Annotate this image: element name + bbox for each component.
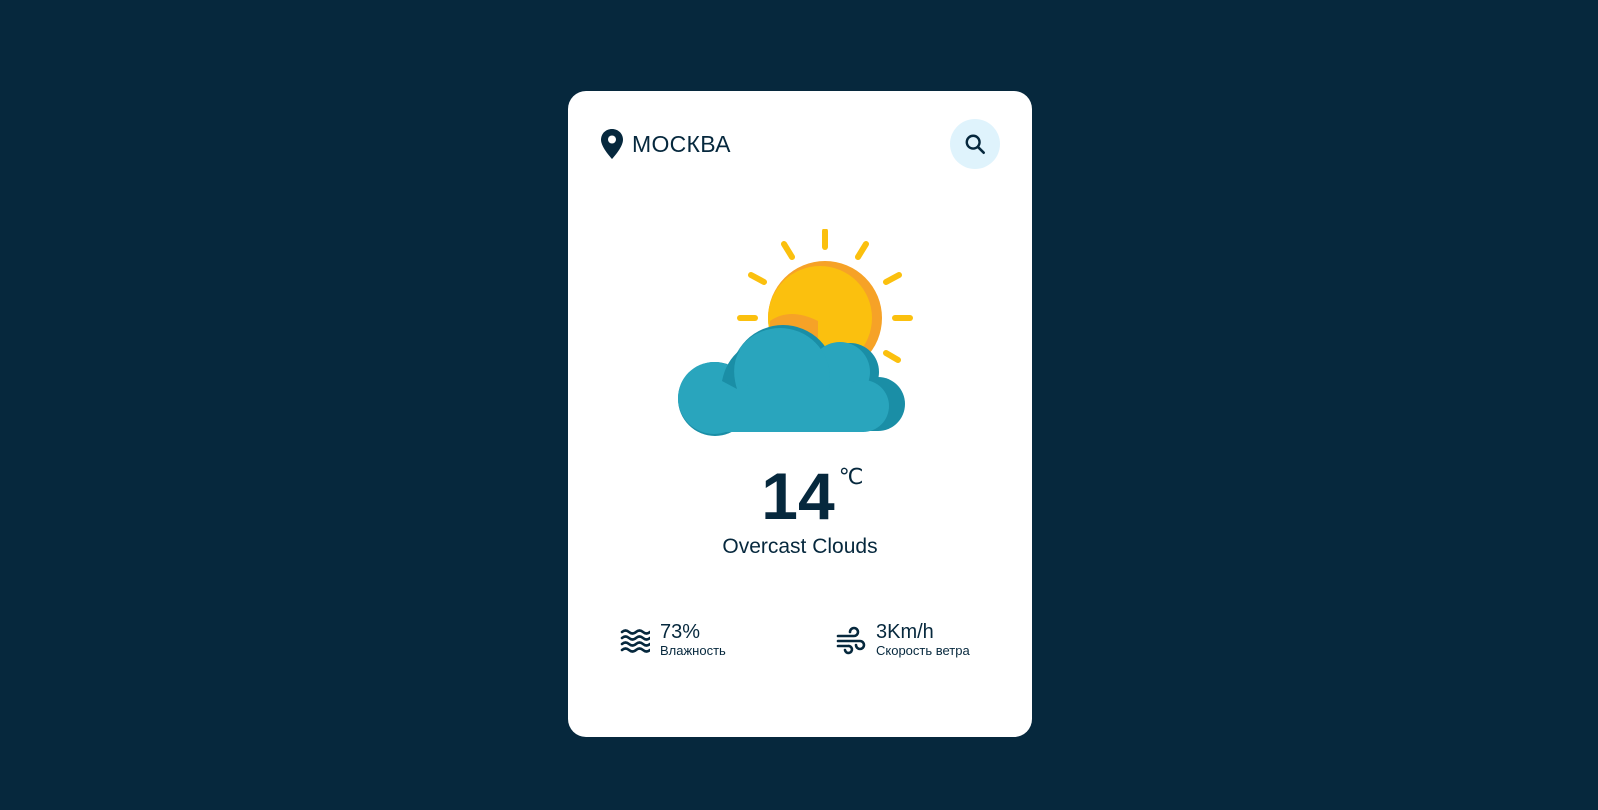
search-icon — [965, 134, 985, 154]
humidity-label: Влажность — [660, 643, 726, 658]
map-pin-icon — [601, 129, 623, 159]
search-button[interactable] — [950, 119, 1000, 169]
wind-label: Скорость ветра — [876, 643, 970, 658]
weather-card: МОСКВА 14 ℃ Overcast Clouds 73% Влажност… — [568, 91, 1032, 737]
wind-stat: 3Km/h Скорость ветра — [836, 621, 970, 658]
humidity-value: 73% — [660, 621, 701, 643]
weather-description: Overcast Clouds — [722, 535, 878, 558]
partly-cloudy-icon — [678, 229, 913, 436]
wind-value: 3Km/h — [876, 621, 934, 643]
temperature-value: 14 — [761, 459, 835, 533]
waves-icon — [620, 628, 650, 653]
humidity-stat: 73% Влажность — [620, 621, 726, 658]
city-name: МОСКВА — [632, 130, 731, 157]
location: МОСКВА — [600, 129, 731, 159]
wind-icon — [836, 626, 866, 654]
temperature-unit: ℃ — [838, 464, 864, 489]
temperature: 14 ℃ — [761, 463, 863, 529]
